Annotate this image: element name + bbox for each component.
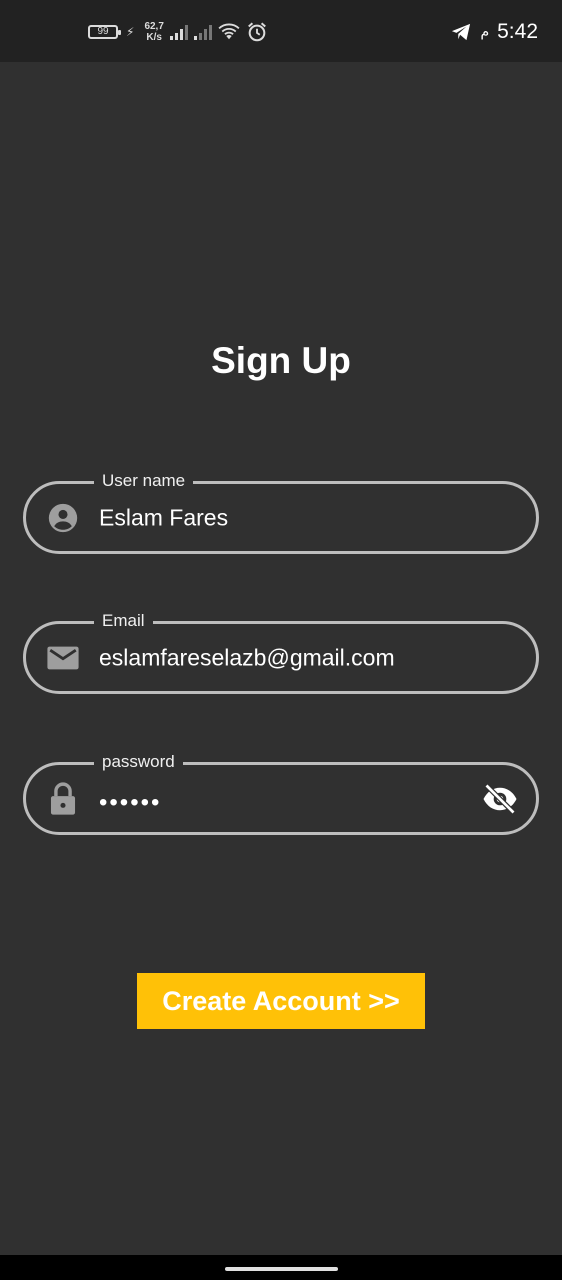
password-label: password	[94, 750, 183, 774]
username-label: User name	[94, 469, 194, 493]
network-speed-unit: K/s	[146, 32, 162, 43]
eye-off-icon[interactable]	[482, 781, 518, 817]
home-indicator[interactable]	[225, 1267, 338, 1271]
charging-icon: ⚡	[126, 25, 135, 39]
mail-icon	[46, 641, 80, 675]
status-icons-right: م 5:42	[450, 18, 538, 46]
network-speed-value: 62,7	[144, 21, 164, 32]
password-field[interactable]: password ••••••	[23, 750, 539, 835]
page-title: Sign Up	[211, 340, 351, 381]
status-bar: 99 ⚡ 62,7 K/s م 5:42	[0, 0, 562, 62]
battery-icon: 99	[88, 25, 121, 39]
password-input[interactable]: ••••••	[99, 789, 161, 817]
alarm-icon	[247, 22, 266, 42]
username-input[interactable]: Eslam Fares	[99, 504, 228, 531]
email-field[interactable]: Email eslamfareselazb@gmail.com	[23, 609, 539, 694]
am-pm-indicator: م	[480, 24, 490, 40]
create-account-button[interactable]: Create Account >>	[137, 973, 425, 1029]
username-field[interactable]: User name Eslam Fares	[23, 469, 539, 554]
navigation-bar	[0, 1255, 562, 1280]
email-label: Email	[94, 609, 153, 633]
status-icons-left: 99 ⚡ 62,7 K/s	[88, 18, 268, 46]
signal-icon	[169, 24, 188, 40]
account-circle-icon	[46, 501, 80, 535]
lock-icon	[46, 781, 80, 816]
telegram-icon	[452, 23, 471, 41]
signal-icon	[193, 24, 212, 40]
battery-level: 99	[97, 26, 109, 37]
network-speed: 62,7 K/s	[144, 21, 163, 43]
clock: 5:42	[497, 20, 538, 43]
wifi-icon	[218, 23, 240, 40]
email-input[interactable]: eslamfareselazb@gmail.com	[99, 644, 395, 671]
